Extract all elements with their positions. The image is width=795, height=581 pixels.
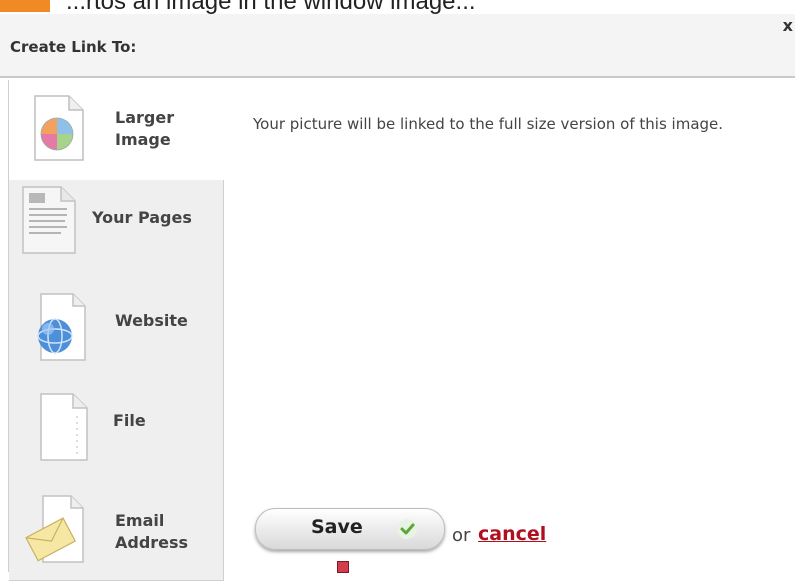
tab-label-line1: Larger <box>115 108 175 127</box>
tab-larger-image[interactable]: Larger Image <box>9 80 223 181</box>
globe-file-icon <box>37 293 86 361</box>
tab-label-line1: Email <box>115 511 165 530</box>
image-file-icon <box>34 95 84 161</box>
checkmark-icon <box>397 519 417 539</box>
tab-label-line1: Website <box>115 311 188 330</box>
or-text: or <box>452 525 471 546</box>
cut-off-instruction-text: ...rtos an image in the window image... <box>66 0 476 14</box>
red-marker <box>337 561 349 573</box>
tab-your-pages[interactable]: Your Pages <box>9 180 224 281</box>
tab-label-line2: Address <box>115 533 189 552</box>
dialog-header: Create Link To: x <box>0 14 795 78</box>
close-button[interactable]: x <box>783 16 793 35</box>
cancel-link[interactable]: cancel <box>478 523 546 545</box>
dialog-title: Create Link To: <box>10 38 137 56</box>
blank-file-icon <box>40 393 88 461</box>
tab-label-line2: Image <box>115 130 171 149</box>
save-button-label: Save <box>311 516 363 538</box>
main-panel: Your picture will be linked to the full … <box>225 80 795 573</box>
page-document-icon <box>22 186 76 254</box>
save-button[interactable]: Save <box>255 508 445 550</box>
tab-website[interactable]: Website <box>9 280 224 381</box>
link-type-sidebar: Larger Image Your Pages Website File Ema… <box>8 80 225 581</box>
link-description: Your picture will be linked to the full … <box>253 115 724 133</box>
tab-file[interactable]: File <box>9 380 224 481</box>
tab-label-line1: File <box>113 411 146 430</box>
tab-email-address[interactable]: Email Address <box>9 480 224 581</box>
envelope-icon <box>25 495 84 563</box>
top-strip: ...rtos an image in the window image... <box>0 0 795 14</box>
orange-badge <box>0 0 50 12</box>
tab-label-line1: Your Pages <box>92 208 192 227</box>
